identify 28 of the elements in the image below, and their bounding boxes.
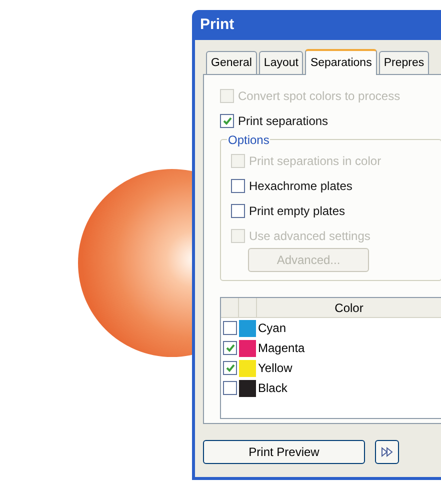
expand-button[interactable]	[375, 440, 399, 464]
plate-name: Yellow	[258, 360, 292, 377]
plate-name: Black	[258, 380, 288, 397]
print-preview-button[interactable]: Print Preview	[203, 440, 365, 464]
plate-name: Cyan	[258, 320, 286, 337]
checkmark-icon	[226, 344, 234, 352]
window-title: Print	[199, 14, 236, 35]
checkbox[interactable]	[223, 361, 237, 375]
checkbox[interactable]	[231, 204, 245, 218]
checkbox[interactable]	[231, 178, 245, 192]
tab[interactable]: Prepres	[378, 51, 430, 74]
checkbox[interactable]	[223, 321, 237, 335]
checkbox-label: Print separations	[238, 112, 328, 130]
checkbox[interactable]	[220, 114, 234, 128]
checkbox-label: Hexachrome plates	[249, 178, 352, 194]
checkmark-icon	[226, 364, 234, 372]
checkmark-icon	[222, 116, 232, 124]
double-arrow-icon	[381, 447, 393, 457]
checkbox-label: Convert spot colors to process	[238, 88, 400, 104]
checkbox-label: Print empty plates	[249, 202, 346, 220]
checkbox-label: Print separations in color	[249, 152, 382, 170]
tab[interactable]: General	[206, 51, 257, 74]
checkbox-label: Use advanced settings	[249, 228, 370, 244]
plate-name: Magenta	[258, 340, 305, 357]
tab[interactable]: Layout	[258, 51, 304, 74]
checkbox[interactable]	[223, 381, 237, 395]
tab[interactable]: Separations	[305, 49, 377, 75]
checkbox[interactable]	[223, 341, 237, 355]
